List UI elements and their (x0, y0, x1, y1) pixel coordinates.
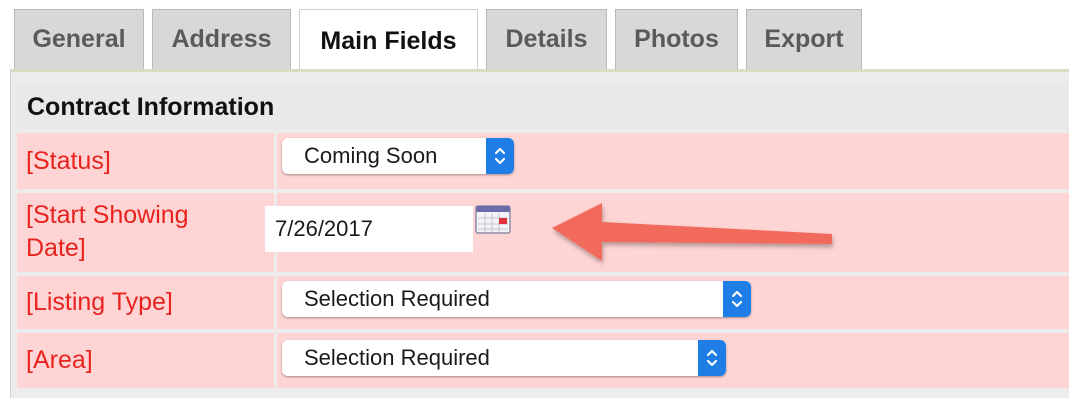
tab-label: General (32, 25, 126, 53)
tab-address[interactable]: Address (152, 9, 291, 69)
status-select-value: Coming Soon (304, 143, 438, 168)
section-title: Contract Information (27, 92, 275, 121)
tab-details[interactable]: Details (486, 9, 607, 69)
tab-label: Photos (634, 25, 719, 53)
status-row: [Status] (17, 133, 1069, 189)
calendar-icon[interactable] (475, 205, 511, 235)
chevron-up-down-icon (723, 281, 751, 317)
start-showing-date-label: [Start Showing Date] (17, 193, 273, 272)
listing-type-select[interactable]: Selection Required (282, 281, 751, 317)
tab-main-fields[interactable]: Main Fields (299, 9, 478, 72)
column-divider (274, 276, 277, 329)
area-select-value: Selection Required (304, 345, 490, 370)
listing-type-select-value: Selection Required (304, 286, 490, 311)
listing-type-label: [Listing Type] (26, 288, 173, 316)
tab-label: Details (505, 25, 588, 53)
arrow-left-icon (552, 203, 832, 261)
start-showing-date-label-line1: [Start Showing (26, 201, 189, 229)
tab-label: Address (171, 25, 272, 53)
start-showing-date-input[interactable] (265, 206, 473, 252)
tab-label: Export (764, 25, 844, 53)
column-divider (274, 133, 277, 189)
area-select[interactable]: Selection Required (282, 340, 726, 376)
status-select[interactable]: Coming Soon (282, 138, 514, 174)
status-label: [Status] (26, 146, 111, 175)
row-separator (17, 388, 1069, 398)
chevron-up-down-icon (698, 340, 726, 376)
area-label: [Area] (26, 346, 93, 374)
tab-label: Main Fields (320, 26, 457, 55)
start-showing-date-label-line2: Date] (26, 234, 86, 262)
section-header: Contract Information (17, 85, 1069, 129)
tab-general[interactable]: General (14, 9, 144, 69)
chevron-up-down-icon (486, 138, 514, 174)
tab-export[interactable]: Export (746, 9, 862, 69)
tab-bar: General Address Main Fields Details Phot… (0, 0, 1069, 72)
column-divider (274, 333, 277, 388)
tab-photos[interactable]: Photos (615, 9, 738, 69)
